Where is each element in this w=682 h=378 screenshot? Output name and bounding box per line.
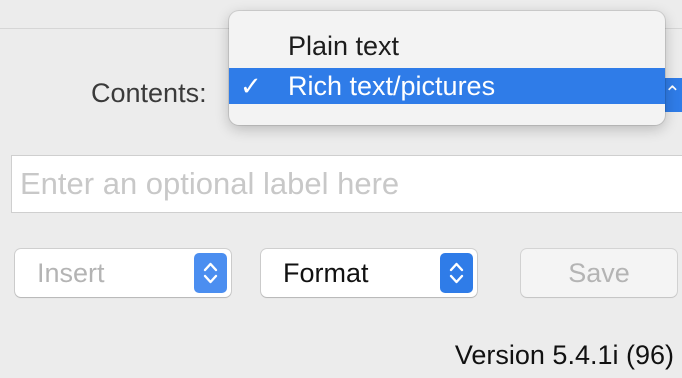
insert-label: Insert [37, 258, 105, 288]
insert-popup-button[interactable]: Insert [15, 249, 231, 297]
chevron-updown-icon [440, 253, 473, 293]
contents-label: Contents: [91, 78, 207, 108]
chevron-updown-icon: ⌃ [664, 83, 681, 105]
chevron-updown-icon [194, 253, 227, 293]
version-label: Version 5.4.1i (96) [454, 340, 674, 370]
contents-dropdown-menu: Plain text ✓ Rich text/pictures [229, 11, 665, 125]
save-button[interactable]: Save [521, 249, 677, 297]
menu-item-rich-text-pictures[interactable]: ✓ Rich text/pictures [229, 68, 665, 104]
checkmark-icon: ✓ [240, 71, 262, 101]
menu-item-plain-text[interactable]: Plain text [229, 28, 665, 64]
format-popup-button[interactable]: Format [261, 249, 477, 297]
format-label: Format [283, 258, 369, 288]
menu-item-label: Rich text/pictures [288, 71, 496, 101]
menu-item-label: Plain text [288, 31, 400, 61]
optional-label-input[interactable] [11, 155, 682, 213]
